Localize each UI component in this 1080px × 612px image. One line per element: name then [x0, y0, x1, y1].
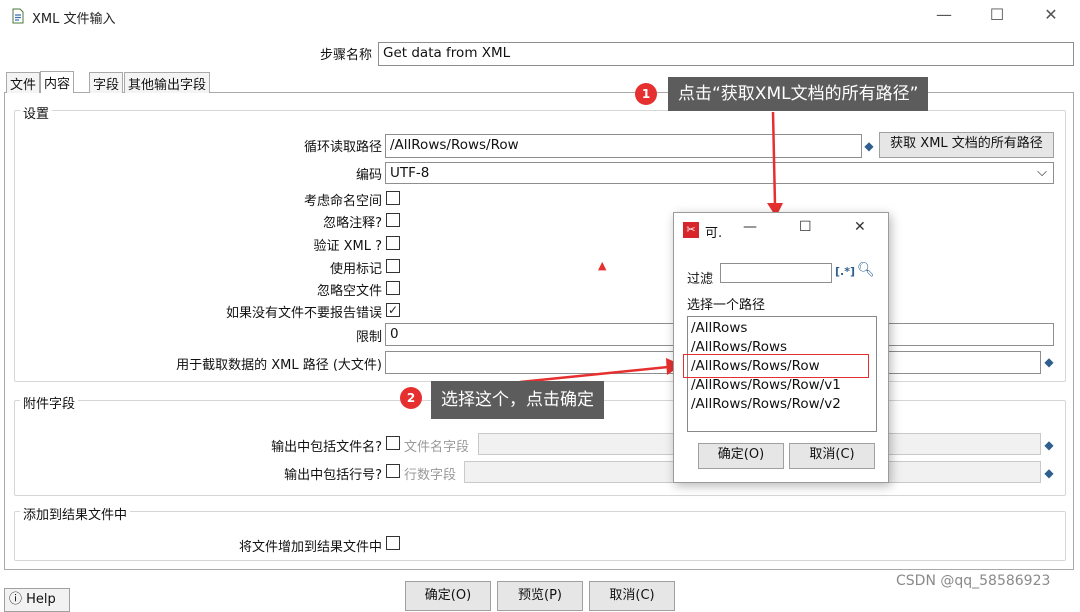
- arrow-1: [767, 111, 783, 217]
- dialog-cancel-button[interactable]: 取消(C): [789, 443, 875, 469]
- dialog-title: 可.: [705, 226, 723, 241]
- kettle-app-icon: ✂: [683, 222, 699, 238]
- callout-get-paths: 点击“获取XML文档的所有路径”: [668, 77, 929, 111]
- selection-highlight-box: [683, 354, 869, 378]
- dialog-ok-button[interactable]: 确定(O): [698, 443, 784, 469]
- filter-input[interactable]: [720, 263, 832, 283]
- list-item[interactable]: /AllRows/Rows/Row/v2: [691, 395, 841, 414]
- list-item[interactable]: /AllRows: [691, 319, 747, 338]
- dialog-close-button[interactable]: ✕: [854, 219, 866, 235]
- dialog-maximize-button[interactable]: ☐: [799, 219, 812, 235]
- step-badge-2: 2: [400, 387, 422, 409]
- callout-select-this: 选择这个，点击确定: [431, 381, 604, 419]
- choose-path-label: 选择一个路径: [687, 298, 766, 313]
- arrow-2: [519, 358, 682, 384]
- filter-label: 过滤: [687, 272, 714, 287]
- search-icon[interactable]: 🔍︎: [857, 262, 875, 278]
- path-chooser-dialog: ✂ 可. — ☐ ✕ 过滤 [.*] 🔍︎ 选择一个路径 /AllRows /A…: [673, 212, 889, 483]
- step-badge-1: 1: [635, 83, 657, 105]
- regex-icon[interactable]: [.*]: [835, 265, 855, 278]
- dialog-minimize-button[interactable]: —: [743, 219, 757, 235]
- list-item[interactable]: /AllRows/Rows/Row/v1: [691, 376, 841, 395]
